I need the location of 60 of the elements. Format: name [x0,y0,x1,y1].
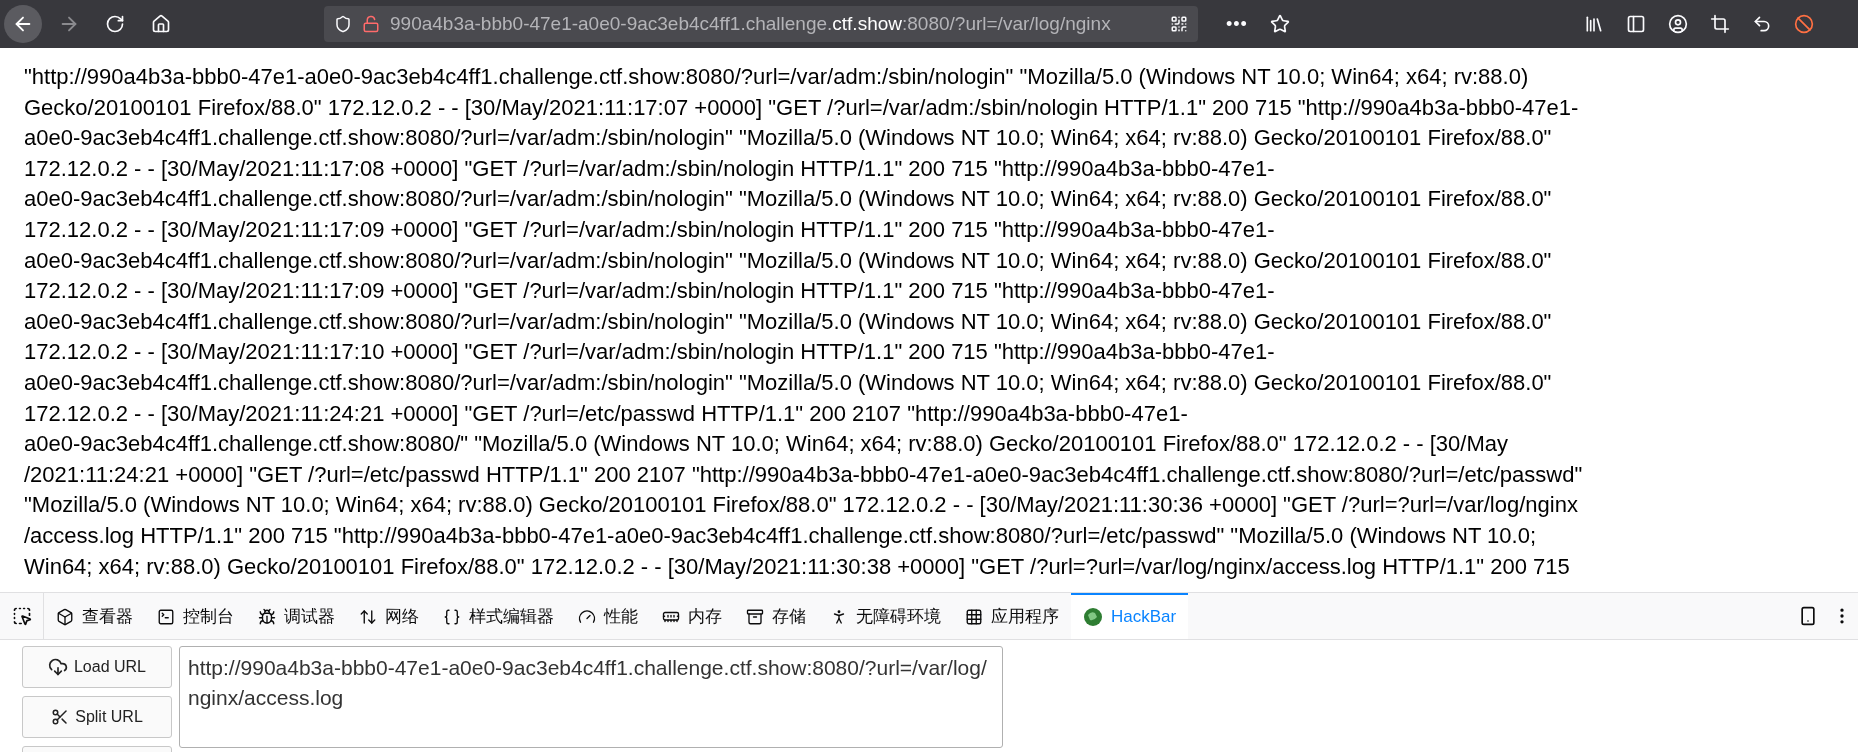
url-text: 990a4b3a-bbb0-47e1-a0e0-9ac3eb4c4ff1.challenge.ctf.show:8080/?url=/var/log/nginx [390,11,1112,36]
devtools-tab[interactable]: 无障碍环境 [818,593,953,639]
shield-icon[interactable] [334,15,352,33]
log-line: 172.12.0.2 - - [30/May/2021:11:17:10 +0000] "GET /?url=/var/adm:/sbin/nologin HTTP/1.1" 200 715 "http://990a4b3a-bbb0-47e1- [24,338,1275,367]
log-line: /access.log HTTP/1.1" 200 715 "http://990a4b3a-bbb0-47e1-a0e0-9ac3eb4c4ff1.challenge.ctf.show:8080/?url=/etc/passwd" "Mozilla/5.0 (Windows NT 10.0; [24,521,1537,550]
qr-code-icon[interactable] [1170,15,1188,33]
devtools-tab[interactable]: 样式编辑器 [431,593,566,639]
box-icon [56,608,74,626]
devtools-tab[interactable]: 控制台 [145,593,246,639]
devtools-tab[interactable]: 查看器 [44,593,145,639]
log-line: /2021:11:24:21 +0000] "GET /?url=/etc/passwd HTTP/1.1" 200 2107 "http://990a4b3a-bbb0-47e1-a0e0-9ac3eb4c4ff1.challenge.ctf.show:8080/?url=/etc/passwd" [24,460,1583,489]
log-line: a0e0-9ac3eb4c4ff1.challenge.ctf.show:8080/?url=/var/adm:/sbin/nologin" "Mozilla/5.0 (Windows NT 10.0; Win64; x64; rv:88.0) Gecko/20100101 Firefox/88.0" [24,246,1552,275]
reload-icon [105,14,125,34]
gauge-icon [578,608,596,626]
log-line: 172.12.0.2 - - [30/May/2021:11:17:08 +0000] "GET /?url=/var/adm:/sbin/nologin HTTP/1.1" 200 715 "http://990a4b3a-bbb0-47e1- [24,154,1275,183]
account-icon[interactable] [1668,14,1688,34]
unlocked-icon[interactable] [362,15,380,33]
home-icon [151,14,171,34]
star-icon[interactable] [1269,14,1290,34]
log-line: "http://990a4b3a-bbb0-47e1-a0e0-9ac3eb4c4ff1.challenge.ctf.show:8080/?url=/var/adm:/sbin/nologin" "Mozilla/5.0 (Windows NT 10.0; Win64; x64; rv:88.0) [24,63,1529,91]
url-input-field[interactable]: http://990a4b3a-bbb0-47e1-a0e0-9ac3eb4c4ff1.challenge.ctf.show:8080/?url=/var/log/nginx/access.log [179,646,1003,748]
devtools-tab[interactable]: HackBar [1071,593,1189,639]
braces-icon [443,608,461,626]
log-line: Win64; x64; rv:88.0) Gecko/20100101 Firefox/88.0" 172.12.0.2 - - [30/May/2021:11:30:38 +0000] "GET /?url=?url=/var/log/nginx/access.log HTTP/1.1" 200 715 [24,552,1570,581]
element-picker-icon [11,606,32,626]
log-line: a0e0-9ac3eb4c4ff1.challenge.ctf.show:8080/?url=/var/adm:/sbin/nologin" "Mozilla/5.0 (Windows NT 10.0; Win64; x64; rv:88.0) Gecko/20100101 Firefox/88.0" [24,368,1552,397]
devtools-tab[interactable]: 应用程序 [953,593,1071,639]
undo-icon[interactable] [1752,14,1772,34]
devtools-tab[interactable]: 内存 [650,593,734,639]
arrows-icon [359,608,377,626]
log-line: 172.12.0.2 - - [30/May/2021:11:17:09 +0000] "GET /?url=/var/adm:/sbin/nologin HTTP/1.1" 200 715 "http://990a4b3a-bbb0-47e1- [24,277,1275,306]
log-line: a0e0-9ac3eb4c4ff1.challenge.ctf.show:8080/?url=/var/adm:/sbin/nologin" "Mozilla/5.0 (Windows NT 10.0; Win64; x64; rv:88.0) Gecko/20100101 Firefox/88.0" [24,124,1552,153]
globe-icon [1083,607,1103,627]
grid-icon [965,608,983,626]
back-button[interactable] [4,5,42,43]
devtools-tab[interactable]: 性能 [566,593,650,639]
terminal-icon [157,608,175,626]
log-line: a0e0-9ac3eb4c4ff1.challenge.ctf.show:8080/?url=/var/adm:/sbin/nologin" "Mozilla/5.0 (Windows NT 10.0; Win64; x64; rv:88.0) Gecko/20100101 Firefox/88.0" [24,307,1552,336]
log-line: Gecko/20100101 Firefox/88.0" 172.12.0.2 - - [30/May/2021:11:17:07 +0000] "GET /?url=/var/adm:/sbin/nologin HTTP/1.1" 200 715 "http://990a4b3a-bbb0-47e1- [24,93,1579,122]
log-line: 172.12.0.2 - - [30/May/2021:11:17:09 +0000] "GET /?url=/var/adm:/sbin/nologin HTTP/1.1" 200 715 "http://990a4b3a-bbb0-47e1- [24,215,1275,244]
log-line: "Mozilla/5.0 (Windows NT 10.0; Win64; x64; rv:88.0) Gecko/20100101 Firefox/88.0" 172.12.0.2 - - [30/May/2021:11:30:36 +0000] "GET /?url=?url=/var/log/nginx [24,491,1578,520]
hackbar-button[interactable]: Split URL [22,696,172,738]
page-actions-menu[interactable]: ••• [1226,10,1248,38]
bug-icon [258,608,276,626]
devtools-tab[interactable]: 调试器 [246,593,347,639]
sidebar-icon[interactable] [1626,14,1646,34]
log-line: a0e0-9ac3eb4c4ff1.challenge.ctf.show:8080/?url=/var/adm:/sbin/nologin" "Mozilla/5.0 (Windows NT 10.0; Win64; x64; rv:88.0) Gecko/20100101 Firefox/88.0" [24,185,1552,214]
devtools-tab[interactable]: 存储 [734,593,818,639]
hackbar-button[interactable]: Load URL [22,646,172,688]
storage-icon [746,608,764,626]
library-icon[interactable] [1584,14,1604,34]
log-line: a0e0-9ac3eb4c4ff1.challenge.ctf.show:8080/" "Mozilla/5.0 (Windows NT 10.0; Win64; x64; rv:88.0) Gecko/20100101 Firefox/88.0" 172.12.0.2 - - [30/May [24,430,1508,459]
responsive-icon[interactable] [1798,606,1818,626]
scissors-icon [51,708,70,726]
crop-icon[interactable] [1710,14,1730,34]
log-line: 172.12.0.2 - - [30/May/2021:11:24:21 +0000] "GET /?url=/etc/passwd HTTP/1.1" 200 2107 "http://990a4b3a-bbb0-47e1- [24,399,1188,428]
blocked-icon[interactable] [1794,14,1814,34]
url-field[interactable]: 990a4b3a-bbb0-47e1-a0e0-9ac3eb4c4ff1.challenge.ctf.show:8080/?url=/var/log/nginx [324,6,1198,42]
cloud-download-icon [47,657,68,677]
devtools-tab[interactable]: 网络 [347,593,431,639]
